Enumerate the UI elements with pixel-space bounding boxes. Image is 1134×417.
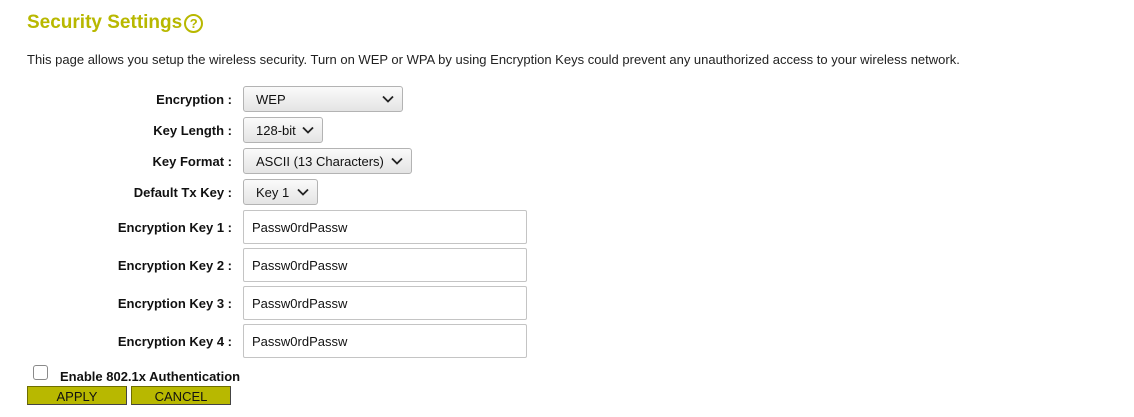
encryption-key-3-label: Encryption Key 3 :: [117, 296, 232, 311]
key-format-select-value: ASCII (13 Characters): [256, 153, 384, 169]
key-length-label: Key Length :: [153, 123, 232, 138]
encryption-label: Encryption :: [156, 92, 232, 107]
encryption-key-1-input[interactable]: [243, 210, 527, 244]
chevron-down-icon: [302, 126, 314, 134]
enable-8021x-label[interactable]: Enable 802.1x Authentication: [60, 369, 240, 384]
key-format-label: Key Format :: [152, 154, 232, 169]
page-title-text: Security Settings: [27, 12, 183, 33]
encryption-key-3-input[interactable]: [243, 286, 527, 320]
chevron-down-icon: [382, 95, 394, 103]
enable-8021x-checkbox[interactable]: [33, 365, 48, 380]
encryption-select[interactable]: WEP: [243, 86, 403, 112]
encryption-key-2-input[interactable]: [243, 248, 527, 282]
key-length-select-value: 128-bit: [256, 122, 296, 138]
key-format-select[interactable]: ASCII (13 Characters): [243, 148, 412, 174]
encryption-key-4-label: Encryption Key 4 :: [117, 334, 232, 349]
encryption-select-value: WEP: [256, 91, 286, 107]
cancel-button[interactable]: CANCEL: [131, 386, 231, 405]
encryption-key-2-label: Encryption Key 2 :: [117, 258, 232, 273]
apply-button[interactable]: APPLY: [27, 386, 127, 405]
page-description: This page allows you setup the wireless …: [27, 52, 960, 67]
default-tx-key-select[interactable]: Key 1: [243, 179, 318, 205]
chevron-down-icon: [391, 157, 403, 165]
default-tx-key-select-value: Key 1: [256, 184, 290, 200]
default-tx-key-label: Default Tx Key :: [133, 185, 232, 200]
chevron-down-icon: [297, 188, 309, 196]
page-title: Security Settings ?: [27, 12, 204, 34]
encryption-key-4-input[interactable]: [243, 324, 527, 358]
key-length-select[interactable]: 128-bit: [243, 117, 323, 143]
encryption-key-1-label: Encryption Key 1 :: [117, 220, 232, 235]
help-icon[interactable]: ?: [184, 14, 204, 33]
